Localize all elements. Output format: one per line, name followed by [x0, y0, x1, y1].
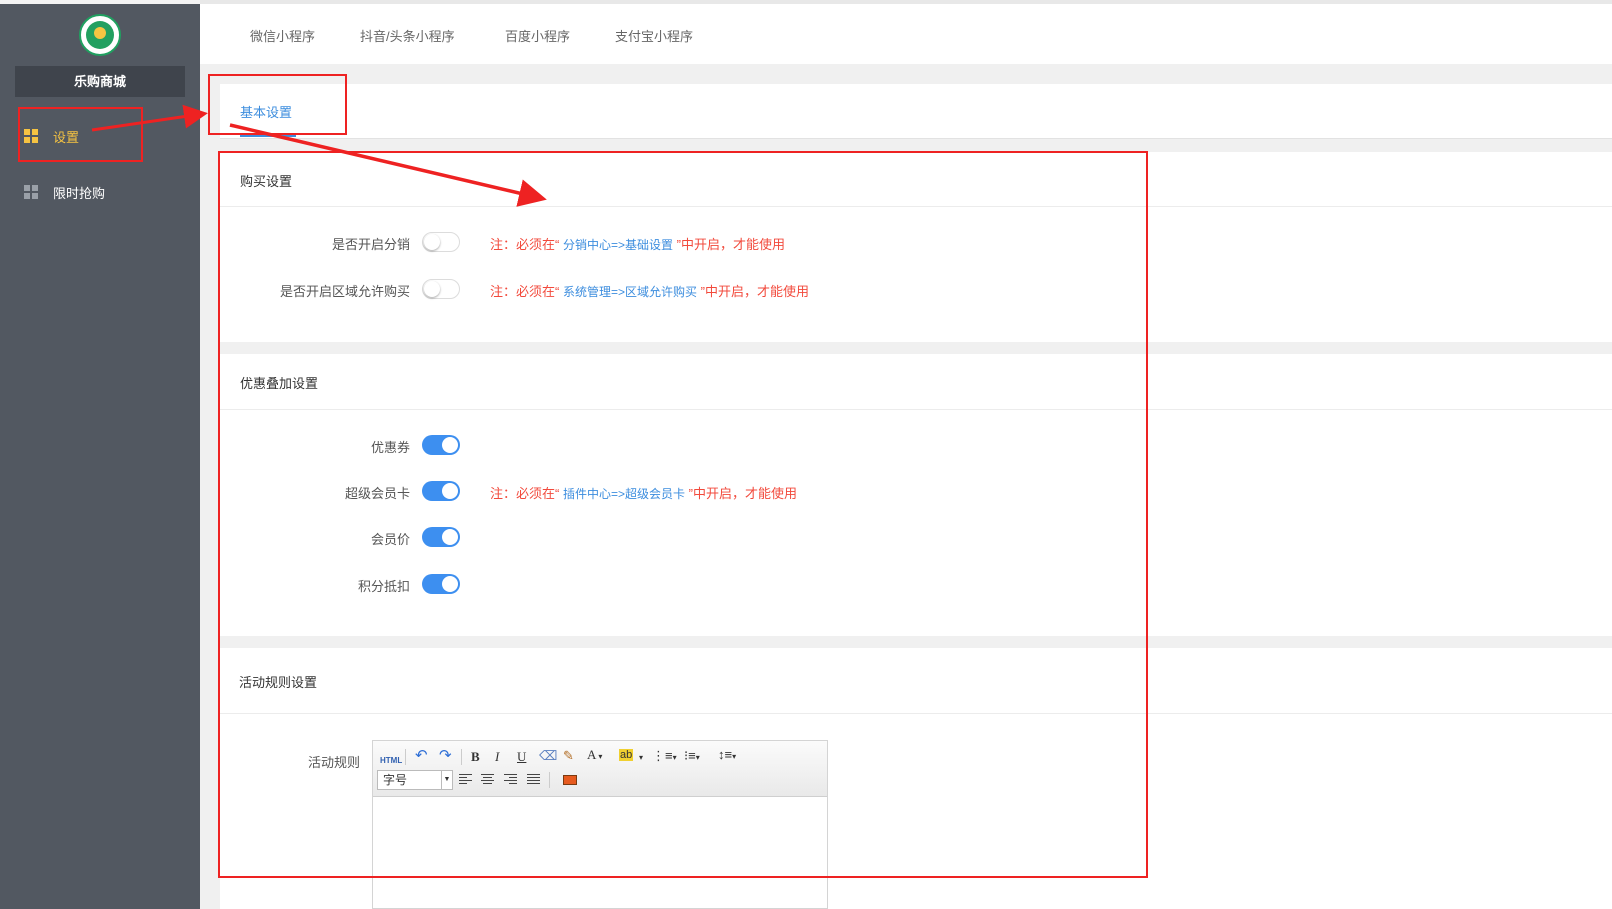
annotation-arrows	[91, 104, 547, 207]
arrow-to-basic-tab	[91, 104, 208, 132]
arrow-to-content	[229, 123, 547, 207]
